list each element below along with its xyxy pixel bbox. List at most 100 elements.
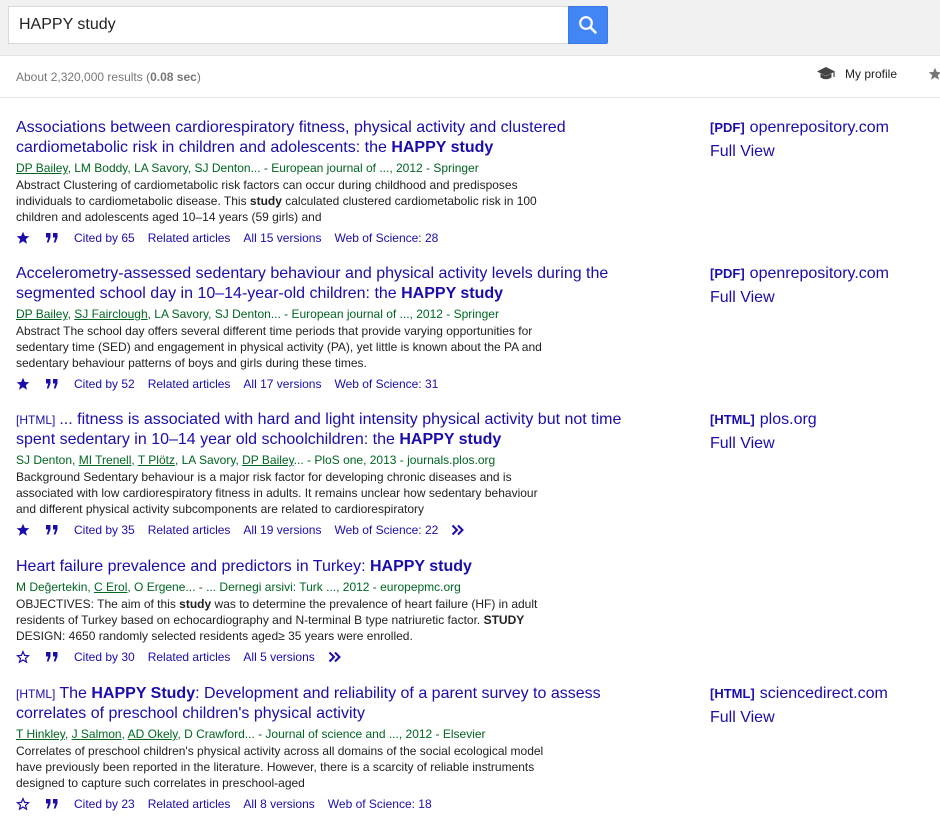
author-link[interactable]: T Hinkley [16,727,65,741]
result-actions: Cited by 65 Related articles All 15 versio… [16,230,451,246]
title-text[interactable]: The [59,685,91,702]
title-highlight[interactable]: HAPPY study [401,285,503,302]
save-star-icon[interactable] [16,650,30,664]
result-actions: Cited by 30 Related articles All 5 version… [16,649,342,665]
fulltext-type-tag: [HTML] [710,412,755,427]
related-articles-link[interactable]: Related articles [148,376,231,392]
cite-quote-icon[interactable] [45,378,59,390]
cited-by-link[interactable]: Cited by 52 [74,376,135,392]
author-link[interactable]: SJ Fairclough [74,307,147,321]
all-versions-link[interactable]: All 8 versions [243,796,314,812]
full-view-link[interactable]: Full View [710,434,930,454]
fulltext-source-link[interactable]: [PDF] openrepository.com [710,264,930,284]
author-link[interactable]: MI Trenell [79,453,132,467]
cited-by-link[interactable]: Cited by 35 [74,522,135,538]
full-view-link[interactable]: Full View [710,708,930,728]
cite-quote-icon[interactable] [45,798,59,810]
result-stats: About 2,320,000 results (0.08 sec) [16,70,201,84]
more-double-chevron-icon[interactable] [451,524,465,536]
author-link[interactable]: DP Bailey [242,453,294,467]
title-highlight[interactable]: HAPPY study [399,431,501,448]
fulltext-type-tag: [HTML] [710,686,755,701]
my-profile-link[interactable]: My profile [816,66,897,82]
author-link[interactable]: DP Bailey [16,161,68,175]
title-highlight[interactable]: HAPPY study [391,139,493,156]
search-icon [578,15,598,35]
cited-by-link[interactable]: Cited by 65 [74,230,135,246]
author-link[interactable]: DP Bailey [16,307,68,321]
title-text[interactable]: ... fitness is associated with hard and … [16,411,621,448]
snippet-highlight: study [249,194,282,208]
web-of-science-link[interactable]: Web of Science: 22 [334,522,438,538]
result-side-links: [HTML] plos.org Full View [710,410,930,454]
result-snippet: Abstract Clustering of cardiometabolic r… [16,177,556,225]
fulltext-source-link[interactable]: [HTML] sciencedirect.com [710,684,930,704]
result-authors: M Değertekin, C Erol, O Ergene... - ... … [16,579,576,595]
fulltext-type-tag: [PDF] [710,266,745,281]
cited-by-link[interactable]: Cited by 23 [74,796,135,812]
all-versions-link[interactable]: All 5 versions [243,649,314,665]
result-title[interactable]: [HTML]... fitness is associated with har… [16,410,636,450]
cite-quote-icon[interactable] [45,651,59,663]
saved-star-icon[interactable] [16,523,30,537]
title-text[interactable]: Accelerometry-assessed sedentary behavio… [16,265,608,302]
related-articles-link[interactable]: Related articles [148,649,231,665]
full-view-link[interactable]: Full View [710,142,930,162]
result-authors: DP Bailey, LM Boddy, LA Savory, SJ Dento… [16,160,576,176]
cited-by-link[interactable]: Cited by 30 [74,649,135,665]
result-title[interactable]: Accelerometry-assessed sedentary behavio… [16,264,636,304]
mortarboard-icon [816,66,836,82]
snippet-text: Background Sedentary behaviour is a majo… [16,470,538,516]
title-text[interactable]: Heart failure prevalence and predictors … [16,558,370,575]
result-authors: T Hinkley, J Salmon, AD Okely, D Crawfor… [16,726,576,742]
search-input[interactable] [9,7,569,43]
more-double-chevron-icon[interactable] [328,651,342,663]
author-link[interactable]: C Erol [94,580,127,594]
search-time: 0.08 sec [150,70,197,84]
search-header [0,0,940,56]
result-title[interactable]: Heart failure prevalence and predictors … [16,557,636,577]
related-articles-link[interactable]: Related articles [148,230,231,246]
result-stats-suffix: ) [196,70,201,84]
result-snippet: Correlates of preschool children's physi… [16,743,556,791]
title-highlight[interactable]: HAPPY Study [91,685,195,702]
all-versions-link[interactable]: All 17 versions [243,376,321,392]
search-box [8,6,569,44]
author-text: M Değertekin, [16,580,95,594]
cite-quote-icon[interactable] [45,524,59,536]
result-authors: DP Bailey, SJ Fairclough, LA Savory, SJ … [16,306,576,322]
result-title[interactable]: [HTML] The HAPPY Study: Development and r… [16,684,636,724]
save-star-icon[interactable] [16,797,30,811]
full-view-link[interactable]: Full View [710,288,930,308]
result-side-links: [HTML] sciencedirect.com Full View [710,684,930,728]
web-of-science-link[interactable]: Web of Science: 28 [334,230,438,246]
all-versions-link[interactable]: All 15 versions [243,230,321,246]
fulltext-domain: sciencedirect.com [759,685,888,702]
related-articles-link[interactable]: Related articles [148,796,231,812]
my-library-star-icon[interactable] [928,67,940,81]
title-highlight[interactable]: HAPPY study [370,558,472,575]
web-of-science-link[interactable]: Web of Science: 31 [334,376,438,392]
snippet-highlight: study [179,597,212,611]
author-link[interactable]: J Salmon [72,727,122,741]
web-of-science-link[interactable]: Web of Science: 18 [328,796,432,812]
result-type-tag: [HTML] [16,413,56,427]
author-text: ... - PloS one, 2013 - journals.plos.org [293,453,496,467]
result-type-tag: [HTML] [16,687,56,701]
result-title[interactable]: Associations between cardiorespiratory f… [16,118,636,158]
fulltext-source-link[interactable]: [HTML] plos.org [710,410,930,430]
result-snippet: OBJECTIVES: The aim of this study was to… [16,596,556,644]
all-versions-link[interactable]: All 19 versions [243,522,321,538]
author-link[interactable]: AD Okely [128,727,178,741]
fulltext-source-link[interactable]: [PDF] openrepository.com [710,118,930,138]
saved-star-icon[interactable] [16,231,30,245]
result-side-links: [PDF] openrepository.com Full View [710,118,930,162]
author-link[interactable]: T Plötz [138,453,175,467]
cite-quote-icon[interactable] [45,232,59,244]
snippet-text: DESIGN: 4650 randomly selected residents… [16,629,413,643]
saved-star-icon[interactable] [16,377,30,391]
result-actions: Cited by 52 Related articles All 17 versio… [16,376,451,392]
author-text: , LA Savory, [174,453,243,467]
search-button[interactable] [568,6,608,44]
related-articles-link[interactable]: Related articles [148,522,231,538]
